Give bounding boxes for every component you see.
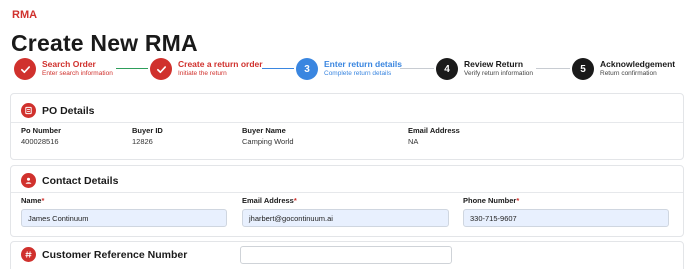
step-title: Acknowledgement [600, 59, 676, 69]
step-title: Search Order [42, 59, 96, 69]
step-connector [400, 68, 434, 69]
step-subtitle: Enter search information [42, 70, 113, 77]
page-title: Create New RMA [11, 30, 198, 56]
contact-details-card: Contact Details Name* James Continuum Em… [10, 165, 684, 237]
step-number: 4 [436, 58, 458, 80]
po-details-card: PO Details Po Number 400028516 Buyer ID … [10, 93, 684, 160]
email-address-label: Email Address [408, 126, 460, 135]
reference-icon [21, 247, 36, 262]
po-number-label: Po Number [21, 126, 62, 135]
step-connector [536, 68, 570, 69]
step-connector [116, 68, 148, 69]
section-title: Contact Details [42, 174, 119, 187]
step-subtitle: Return confirmation [600, 70, 657, 77]
step-title: Create a return order [178, 59, 263, 69]
check-icon [14, 58, 36, 80]
contact-icon [21, 173, 36, 188]
name-label: Name* [21, 196, 45, 205]
buyer-id-value: 12826 [132, 137, 153, 146]
divider [11, 192, 683, 193]
email-address-value: NA [408, 137, 419, 146]
po-details-header: PO Details [21, 103, 95, 118]
customer-reference-card: Customer Reference Number [10, 241, 684, 269]
contact-details-header: Contact Details [21, 173, 118, 188]
step-subtitle: Initiate the return [178, 70, 227, 77]
brand-label: RMA [12, 9, 38, 21]
step-number: 3 [296, 58, 318, 80]
step-title: Review Return [464, 59, 524, 69]
customer-reference-input[interactable] [240, 246, 452, 264]
buyer-name-label: Buyer Name [242, 126, 286, 135]
email-address-label: Email Address* [242, 196, 297, 205]
step-subtitle: Verify return information [464, 70, 534, 77]
step-title: Enter return details [324, 59, 402, 69]
email-address-input[interactable]: jharbert@gocontinuum.ai [242, 209, 449, 227]
phone-number-label: Phone Number* [463, 196, 520, 205]
po-number-value: 400028516 [21, 137, 59, 146]
step-connector [262, 68, 294, 69]
section-title: PO Details [42, 104, 95, 117]
step-number: 5 [572, 58, 594, 80]
buyer-id-label: Buyer ID [132, 126, 163, 135]
section-title: Customer Reference Number [42, 248, 188, 261]
check-icon [150, 58, 172, 80]
step-subtitle: Complete return details [324, 70, 392, 77]
name-input[interactable]: James Continuum [21, 209, 227, 227]
customer-reference-header: Customer Reference Number [21, 247, 187, 262]
divider [11, 122, 683, 123]
buyer-name-value: Camping World [242, 137, 294, 146]
phone-number-input[interactable]: 330-715-9607 [463, 209, 669, 227]
document-icon [21, 103, 36, 118]
